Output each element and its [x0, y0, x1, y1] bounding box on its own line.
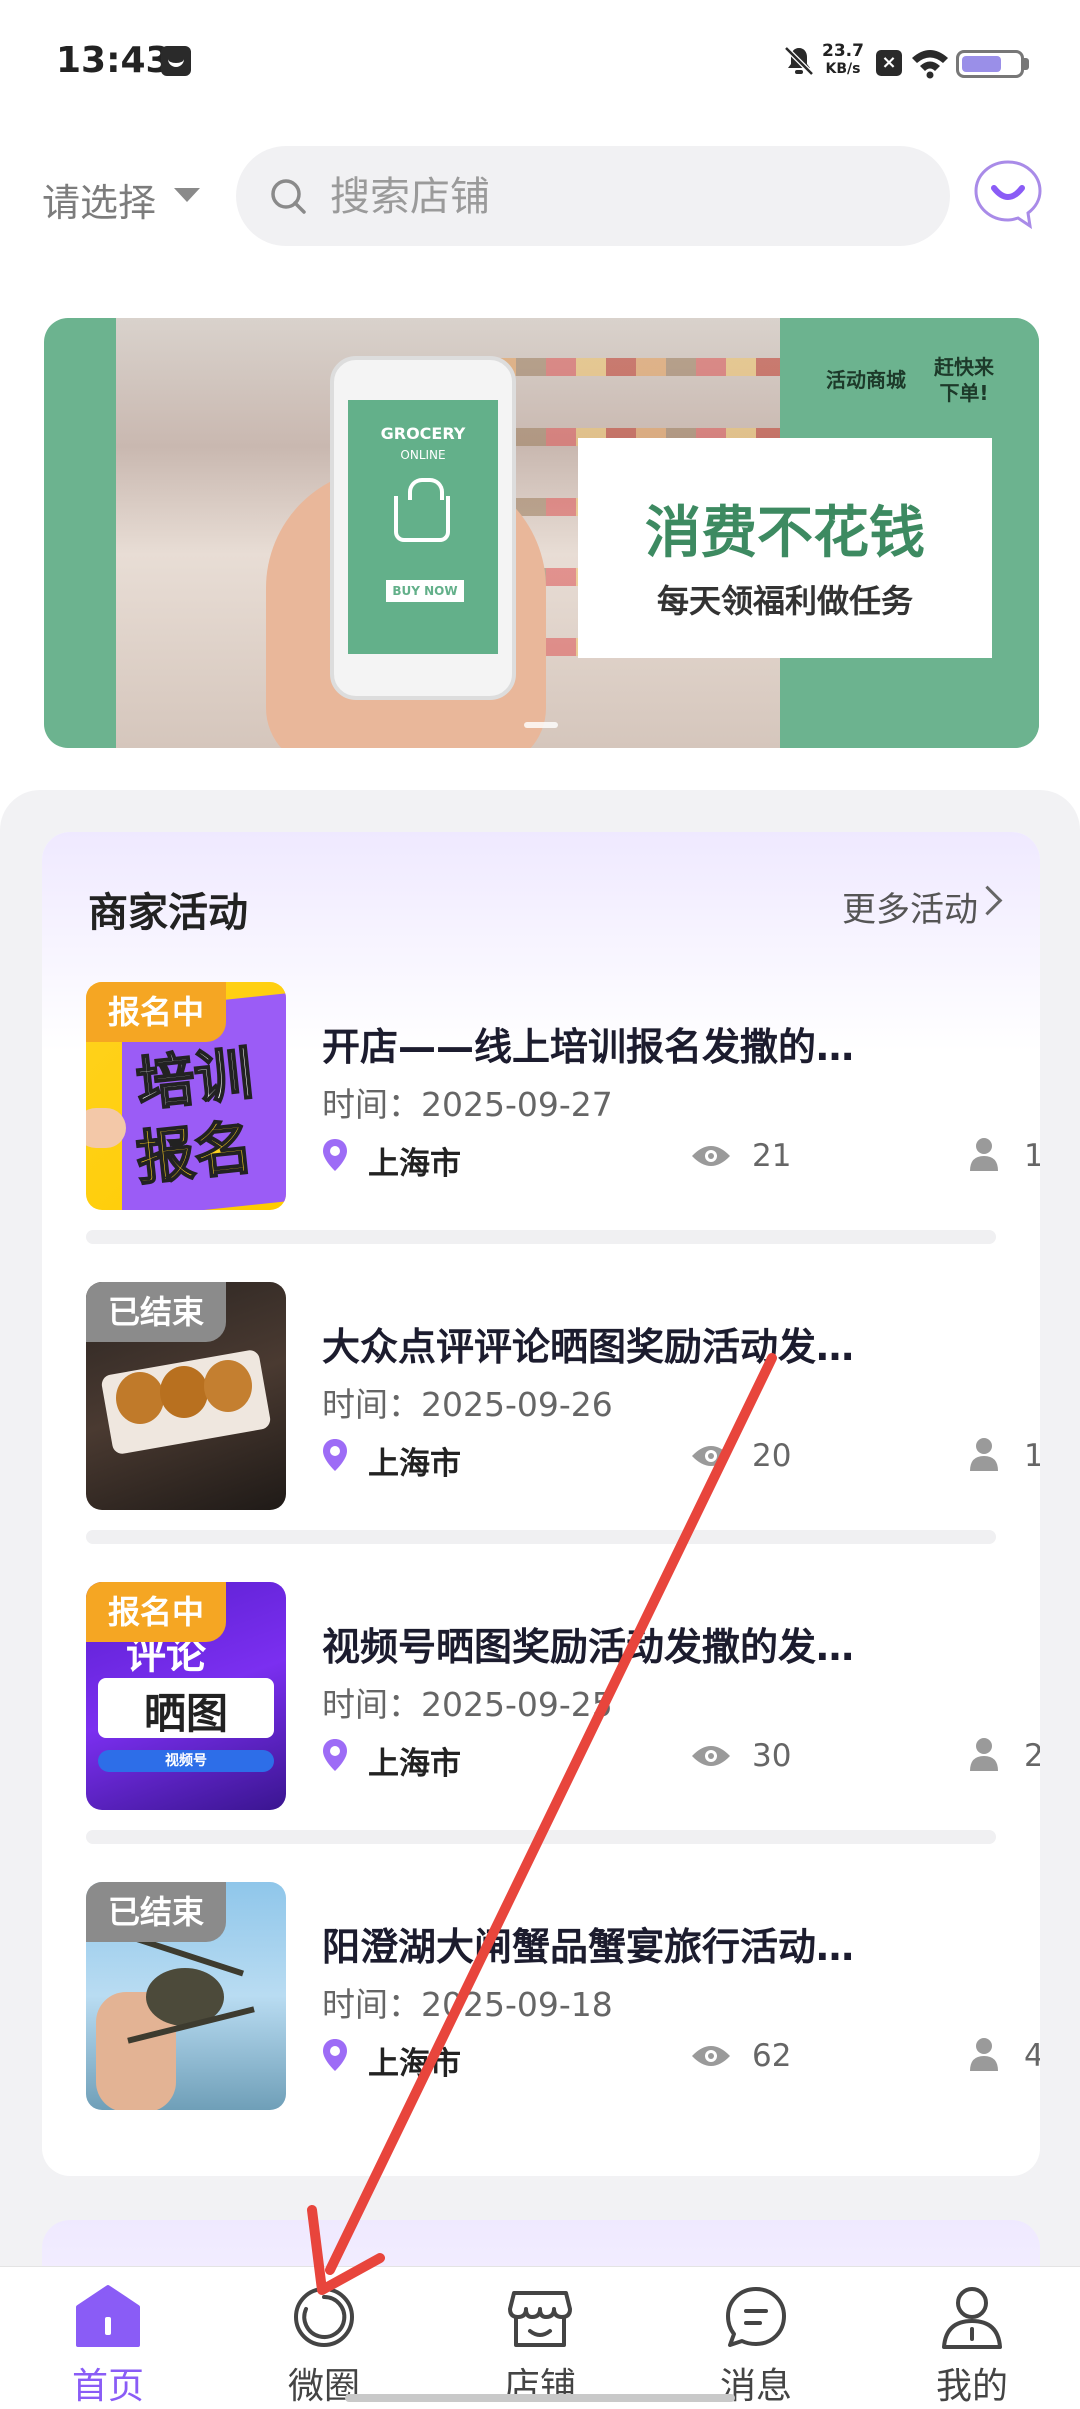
- thumb-food: [160, 1366, 208, 1418]
- tab-label: 首页: [71, 2366, 144, 2407]
- thumb-food: [116, 1372, 164, 1424]
- person-icon: [970, 1138, 998, 1171]
- basket-icon: [394, 496, 450, 542]
- thumb-channel-tag: 视频号: [98, 1750, 274, 1772]
- eye-icon: [692, 1446, 730, 1466]
- circle-icon: [294, 2287, 354, 2347]
- person-icon: [970, 1738, 998, 1771]
- status-badge: 报名中: [86, 1582, 227, 1642]
- activity-title: 阳澄湖大闸蟹品蟹宴旅行活动…: [322, 1925, 855, 1969]
- activity-time: 时间：2025-09-18: [322, 1985, 613, 2024]
- more-activities-link[interactable]: 更多活动: [842, 882, 978, 931]
- participant-count: 1: [1024, 1438, 1040, 1474]
- phone-buy-button: BUY NOW: [386, 580, 464, 602]
- eye-icon: [692, 1146, 730, 1166]
- tab-messages[interactable]: 消息: [648, 2267, 864, 2409]
- bell-muted-icon: [784, 46, 814, 76]
- status-bar: 13:43 23.7 KB/s ×: [0, 0, 1080, 126]
- view-count: 30: [752, 1738, 792, 1774]
- section-title: 商家活动: [88, 890, 248, 936]
- activity-title: 开店——线上培训报名发撒的…: [322, 1025, 855, 1069]
- thumb-text-photo: 晒图: [143, 1689, 228, 1738]
- caret-down-icon[interactable]: [174, 188, 200, 202]
- view-count: 21: [752, 1138, 792, 1174]
- promo-banner[interactable]: GROCERY ONLINE BUY NOW 活动商城 赶快来 下单! 消费不花…: [44, 318, 1039, 748]
- activity-time: 时间：2025-09-27: [322, 1085, 613, 1124]
- tab-label: 我的: [935, 2366, 1008, 2407]
- tab-store[interactable]: 店铺: [432, 2267, 648, 2409]
- activity-city: 上海市: [368, 1746, 461, 1782]
- phone-illustration: GROCERY ONLINE BUY NOW: [330, 356, 516, 700]
- message-icon: [726, 2287, 786, 2347]
- status-badge: 已结束: [86, 1282, 227, 1342]
- bottom-tab-bar: 首页 微圈 店铺 消息 我的: [0, 2266, 1080, 2409]
- gesture-home-bar[interactable]: [345, 2394, 735, 2402]
- location-pin-icon: [323, 1739, 347, 1771]
- activity-item[interactable]: 培训 报名 报名中 开店——线上培训报名发撒的… 时间：2025-09-27 上…: [86, 982, 1040, 1222]
- eye-icon: [692, 2046, 730, 2066]
- participant-count: 4: [1024, 2038, 1040, 2074]
- tab-circle[interactable]: 微圈: [216, 2267, 432, 2409]
- activity-item[interactable]: 评论 晒图 视频号 报名中 视频号晒图奖励活动发撒的发… 时间：2025-09-…: [86, 1582, 1040, 1822]
- thumb-hand: [86, 1108, 126, 1148]
- status-badge: 已结束: [86, 1882, 227, 1942]
- phone-screen: GROCERY ONLINE BUY NOW: [348, 400, 498, 654]
- banner-headline: 消费不花钱: [645, 501, 925, 566]
- activity-time: 时间：2025-09-26: [322, 1385, 613, 1424]
- thumb-text-signup: 报名: [132, 1112, 256, 1194]
- activity-item[interactable]: 已结束 大众点评评论晒图奖励活动发… 时间：2025-09-26 上海市 20 …: [86, 1282, 1040, 1522]
- tab-profile[interactable]: 我的: [864, 2267, 1080, 2409]
- tab-home[interactable]: 首页: [0, 2267, 216, 2409]
- item-divider: [86, 1830, 996, 1844]
- status-time: 13:43: [56, 40, 171, 81]
- location-pin-icon: [323, 1439, 347, 1471]
- store-icon: [508, 2291, 572, 2347]
- wifi-icon: [912, 50, 948, 79]
- status-badge: 报名中: [86, 982, 227, 1042]
- phone-text-grocery: GROCERY: [380, 424, 466, 443]
- location-pin-icon: [323, 2039, 347, 2071]
- activity-city: 上海市: [368, 1446, 461, 1482]
- activity-title: 大众点评评论晒图奖励活动发…: [322, 1325, 855, 1369]
- network-speed: 23.7 KB/s: [822, 41, 864, 77]
- battery-cap: [1024, 58, 1029, 70]
- activity-city: 上海市: [368, 1146, 461, 1182]
- search-bar[interactable]: [236, 146, 950, 246]
- close-notification-icon: ×: [876, 50, 902, 76]
- customer-service-icon[interactable]: [972, 158, 1044, 230]
- phone-text-online: ONLINE: [400, 448, 446, 462]
- search-input[interactable]: [328, 166, 912, 228]
- activity-time: 时间：2025-09-25: [322, 1685, 613, 1724]
- thumb-food: [204, 1360, 252, 1412]
- participant-count: 1: [1024, 1138, 1040, 1174]
- search-icon: [271, 179, 306, 214]
- notification-icon: [161, 46, 191, 76]
- battery-level: [962, 56, 1001, 72]
- banner-tag-right: 赶快来 下单!: [934, 355, 994, 405]
- participant-count: 2: [1024, 1738, 1040, 1774]
- activity-title: 视频号晒图奖励活动发撒的发…: [322, 1625, 855, 1669]
- item-divider: [86, 1230, 996, 1244]
- home-icon: [76, 2285, 140, 2347]
- view-count: 20: [752, 1438, 792, 1474]
- battery-icon: [956, 50, 1024, 78]
- banner-subline: 每天领福利做任务: [656, 582, 913, 620]
- person-icon: [970, 2038, 998, 2071]
- profile-icon: [942, 2287, 1002, 2349]
- location-pin-icon: [323, 1139, 347, 1171]
- merchant-activities-card: 商家活动 更多活动 培训 报名 报名中 开店——线上培训报名发撒的… 时间：20…: [42, 832, 1040, 2176]
- activity-city: 上海市: [368, 2046, 461, 2082]
- banner-tag-left: 活动商城: [826, 368, 906, 392]
- banner-text-card: 消费不花钱 每天领福利做任务: [578, 438, 992, 658]
- person-icon: [970, 1438, 998, 1471]
- view-count: 62: [752, 2038, 792, 2074]
- eye-icon: [692, 1746, 730, 1766]
- item-divider: [86, 1530, 996, 1544]
- activity-item[interactable]: 已结束 阳澄湖大闸蟹品蟹宴旅行活动… 时间：2025-09-18 上海市 62 …: [86, 1882, 1040, 2122]
- region-select[interactable]: 请选择: [42, 172, 156, 227]
- carousel-indicator: [524, 722, 558, 728]
